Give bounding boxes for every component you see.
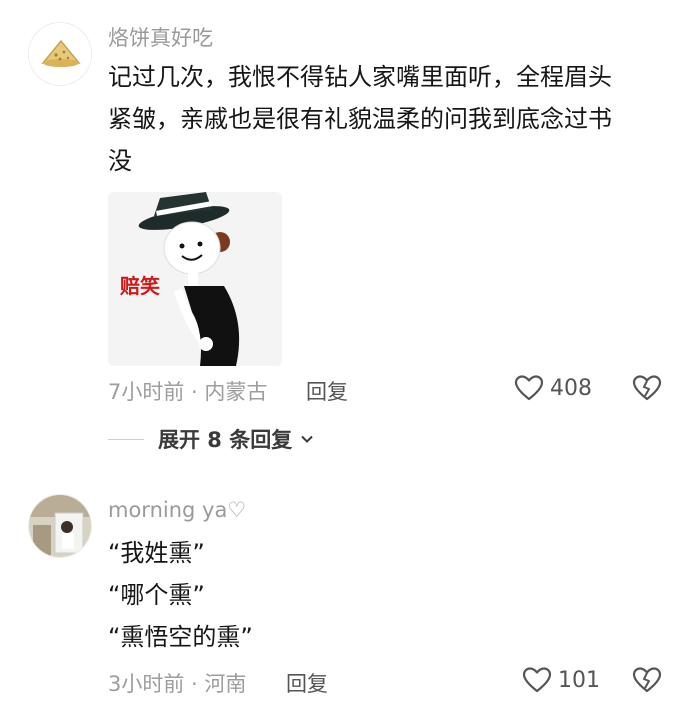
comment-text: 记过几次，我恨不得钻人家嘴里面听，全程眉头 紧皱，亲戚也是很有礼貌温柔的问我到底… [108, 56, 668, 182]
dislike-button[interactable] [632, 666, 662, 698]
timestamp-location: 7小时前 · 内蒙古 [108, 380, 268, 404]
comment-line: “哪个熏” [108, 581, 205, 609]
comment-line: “我姓熏” [108, 539, 205, 567]
divider [108, 438, 144, 440]
like-button[interactable]: 408 [514, 374, 592, 402]
expand-replies-label: 展开 8 条回复 [158, 428, 293, 452]
avatar[interactable] [28, 22, 92, 86]
like-button[interactable]: 101 [522, 666, 600, 694]
portrait-avatar-image [29, 495, 91, 557]
expand-replies-button[interactable]: 展开 8 条回复 [108, 424, 316, 454]
broken-heart-icon [632, 667, 662, 693]
chevron-down-icon [301, 435, 313, 443]
username[interactable]: morning ya♡ [108, 498, 246, 522]
reply-button[interactable]: 回复 [306, 376, 348, 406]
dislike-button[interactable] [632, 374, 662, 406]
comment-text: “我姓熏” “哪个熏” “熏悟空的熏” [108, 532, 668, 658]
comment-line: 没 [108, 147, 132, 175]
heart-outline-icon [522, 667, 552, 693]
like-count: 408 [550, 375, 592, 401]
heart-outline-icon [514, 375, 544, 401]
comment-line: “熏悟空的熏” [108, 623, 253, 651]
timestamp-location: 3小时前 · 河南 [108, 672, 247, 696]
comment-line: 记过几次，我恨不得钻人家嘴里面听，全程眉头 [108, 63, 612, 91]
flatbread-avatar-image [29, 23, 91, 85]
sticker-image[interactable]: 赔笑 [108, 192, 282, 366]
like-count: 101 [558, 667, 600, 693]
comment-line: 紧皱，亲戚也是很有礼貌温柔的问我到底念过书 [108, 105, 612, 133]
reply-button[interactable]: 回复 [286, 668, 328, 698]
sticker-caption: 赔笑 [120, 274, 160, 298]
avatar[interactable] [28, 494, 92, 558]
comment-item: 烙饼真好吃 记过几次，我恨不得钻人家嘴里面听，全程眉头 紧皱，亲戚也是很有礼貌温… [0, 0, 690, 470]
broken-heart-icon [632, 375, 662, 401]
comment-item: morning ya♡ “我姓熏” “哪个熏” “熏悟空的熏” 3小时前 · 河… [0, 488, 690, 705]
username[interactable]: 烙饼真好吃 [108, 22, 213, 52]
